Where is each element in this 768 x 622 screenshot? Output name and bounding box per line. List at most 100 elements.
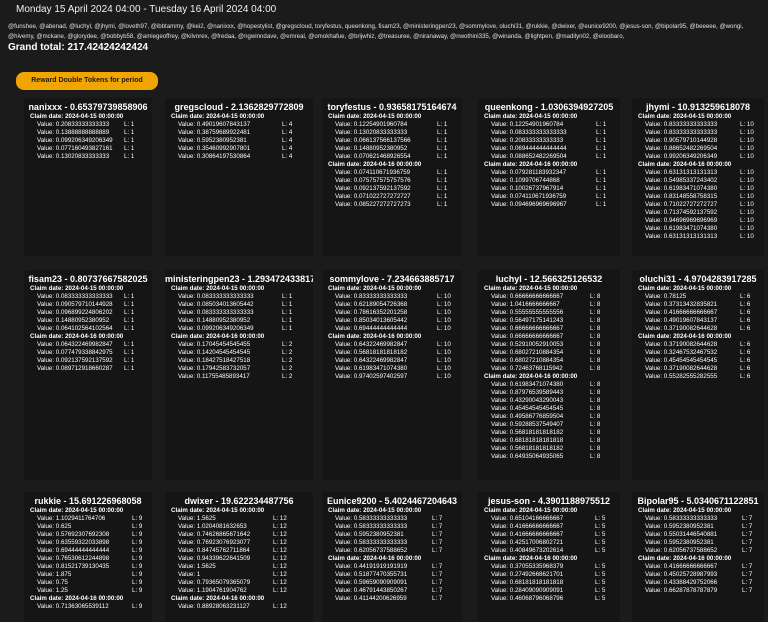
value-entry: Value: 0.97402597402597 L: 10 [322, 373, 462, 381]
value-entry: Value: 0.46791443850267 L: 7 [322, 587, 462, 595]
entry-value: Value: 0.17045454545455 [178, 341, 251, 348]
value-entry: Value: 0.64322469982847 L: 10 [322, 357, 462, 365]
value-entry: Value: 0.46068796068796 L: 5 [478, 595, 620, 603]
entry-level: L: 1 [124, 301, 135, 308]
entry-level: L: 12 [273, 571, 287, 578]
entry-value: Value: 0.66287878787879 [645, 587, 718, 594]
value-entry: Value: 0.63559322033898 L: 9 [24, 539, 152, 547]
value-entry: Value: 0.88652482269504 L: 10 [632, 145, 764, 153]
entry-value: Value: 0.1099706744868 [491, 177, 560, 184]
user-card: luchyl - 12.566325126532 Claim date: 2024… [478, 270, 620, 480]
entry-value: Value: 0.44191919191919 [335, 563, 408, 570]
entry-level: L: 7 [432, 515, 443, 522]
entry-value: Value: 0.071022727272727 [335, 193, 411, 200]
value-entry: Value: 0.83148558758315 L: 10 [632, 193, 764, 201]
entry-level: L: 5 [595, 563, 606, 570]
entry-level: L: 1 [596, 153, 607, 160]
entry-level: L: 6 [740, 373, 751, 380]
entry-value: Value: 0.94696969696969 [645, 217, 718, 224]
claim-date: Claim date: 2024-04-16 00:00:00 [328, 333, 422, 340]
entry-value: Value: 0.55282555282555 [645, 373, 718, 380]
entry-value: Value: 0.083333333333333 [178, 309, 254, 316]
reward-double-tokens-button[interactable]: Reward Double Tokens for period [16, 72, 158, 90]
user-card: toryfestus - 0.93658175164674 Claim date:… [322, 98, 462, 256]
entry-value: Value: 0.14880952380952 [37, 317, 110, 324]
user-card: sommylove - 7.234663885717 Claim date: 20… [322, 270, 462, 480]
value-entry: Value: 0.42517006802721 L: 5 [478, 539, 620, 547]
entry-value: Value: 0.37055335968379 [491, 563, 564, 570]
entry-value: Value: 0.63131313131313 [645, 233, 718, 240]
entry-level: L: 10 [437, 357, 451, 364]
entry-level: L: 8 [590, 389, 601, 396]
entry-value: Value: 0.57692307692308 [37, 531, 110, 538]
value-entry: Value: 0.79365079365079 L: 12 [165, 579, 313, 587]
entry-value: Value: 0.28409090909091 [491, 587, 564, 594]
entry-value: Value: 0.83333333333333 [645, 129, 718, 136]
card-title: toryfestus - 0.93658175164674 [327, 102, 457, 112]
entry-level: L: 7 [432, 579, 443, 586]
claim-date: Claim date: 2024-04-16 00:00:00 [171, 595, 265, 602]
value-entry: Value: 0.5952380952381 L: 4 [165, 137, 313, 145]
entry-value: Value: 0.27492668621701 [491, 571, 564, 578]
claim-date: Claim date: 2024-04-16 00:00:00 [638, 333, 732, 340]
entry-value: Value: 0.42517006802721 [491, 539, 564, 546]
entry-level: L: 10 [437, 365, 451, 372]
card-title: Eunice9200 - 5.4024467204643 [326, 496, 458, 506]
entry-value: Value: 0.63559322033898 [37, 539, 110, 546]
entry-level: L: 1 [596, 121, 607, 128]
entry-level: L: 10 [437, 373, 451, 380]
entry-value: Value: 0.66666666666667 [491, 325, 564, 332]
entry-value: Value: 0.077479338842975 [37, 349, 113, 356]
date-range: Monday 15 April 2024 04:00 - Tuesday 16 … [16, 4, 277, 15]
entry-level: L: 7 [432, 595, 443, 602]
entry-value: Value: 0.088652482269504 [491, 153, 567, 160]
entry-level: L: 1 [282, 293, 293, 300]
card-title: sommylove - 7.234663885717 [329, 274, 455, 284]
entry-level: L: 6 [740, 301, 751, 308]
entry-level: L: 1 [437, 193, 448, 200]
claim-date: Claim date: 2024-04-16 00:00:00 [484, 555, 578, 562]
value-entry: Value: 0.61983471074380 L: 10 [632, 185, 764, 193]
entry-value: Value: 0.69444444444444 [335, 325, 408, 332]
entry-value: Value: 0.79365079365079 [178, 579, 251, 586]
claim-date: Claim date: 2024-04-15 00:00:00 [328, 507, 422, 514]
entry-level: L: 1 [596, 193, 607, 200]
value-entry: Value: 0.99206349206349 L: 10 [632, 153, 764, 161]
entry-level: L: 8 [590, 429, 601, 436]
value-entry: Value: 0.18427518427518 L: 2 [165, 357, 313, 365]
entry-value: Value: 0.59659090909091 [335, 579, 408, 586]
value-entry: Value: 0.66666666666667 L: 8 [478, 293, 620, 301]
entry-value: Value: 0.066137566137566 [335, 137, 411, 144]
entry-value: Value: 0.90579710144928 [645, 137, 718, 144]
entry-level: L: 12 [273, 603, 287, 610]
value-entry: Value: 0.58333333333333 L: 7 [632, 515, 764, 523]
value-entry: Value: 0.12254901960784 L: 1 [478, 121, 620, 129]
entry-value: Value: 0.083333333333333 [37, 293, 113, 300]
value-entry: Value: 0.10026737967914 L: 1 [478, 185, 620, 193]
entry-value: Value: 0.71363065539112 [37, 603, 109, 610]
entry-level: L: 5 [595, 571, 606, 578]
entry-value: Value: 0.32467532467532 [645, 349, 718, 356]
value-entry: Value: 0.064102564102564 L: 1 [24, 325, 152, 333]
value-entry: Value: 0.13020833333333 L: 1 [322, 129, 462, 137]
value-entry: Value: 0.38759689922481 L: 4 [165, 129, 313, 137]
value-entry: Value: 1.0416666666667 L: 8 [478, 301, 620, 309]
entry-value: Value: 0.59288537549407 [491, 421, 564, 428]
entry-value: Value: 0.56818181818182 [491, 445, 564, 452]
entry-level: L: 8 [590, 325, 601, 332]
value-entry: Value: 0.71022727272727 L: 10 [632, 201, 764, 209]
entry-level: L: 6 [740, 325, 751, 332]
value-entry: Value: 0.5952380952381 L: 7 [632, 523, 764, 531]
value-entry: Value: 0.094696969696967 L: 1 [478, 201, 620, 209]
entry-level: L: 8 [590, 357, 601, 364]
entry-value: Value: 0.62189054726368 [335, 301, 408, 308]
value-entry: Value: 0.085227272727273 L: 1 [322, 201, 462, 209]
value-entry: Value: 0.59659090909091 L: 7 [322, 579, 462, 587]
claim-date: Claim date: 2024-04-16 00:00:00 [328, 161, 422, 168]
value-entry: Value: 0.55555555555556 L: 8 [478, 309, 620, 317]
claim-date: Claim date: 2024-04-16 00:00:00 [328, 555, 422, 562]
entry-level: L: 7 [432, 531, 443, 538]
entry-level: L: 4 [282, 137, 293, 144]
value-entry: Value: 0.11755485893417 L: 2 [165, 373, 313, 381]
value-entry: Value: 0.069444444444444 L: 1 [478, 145, 620, 153]
